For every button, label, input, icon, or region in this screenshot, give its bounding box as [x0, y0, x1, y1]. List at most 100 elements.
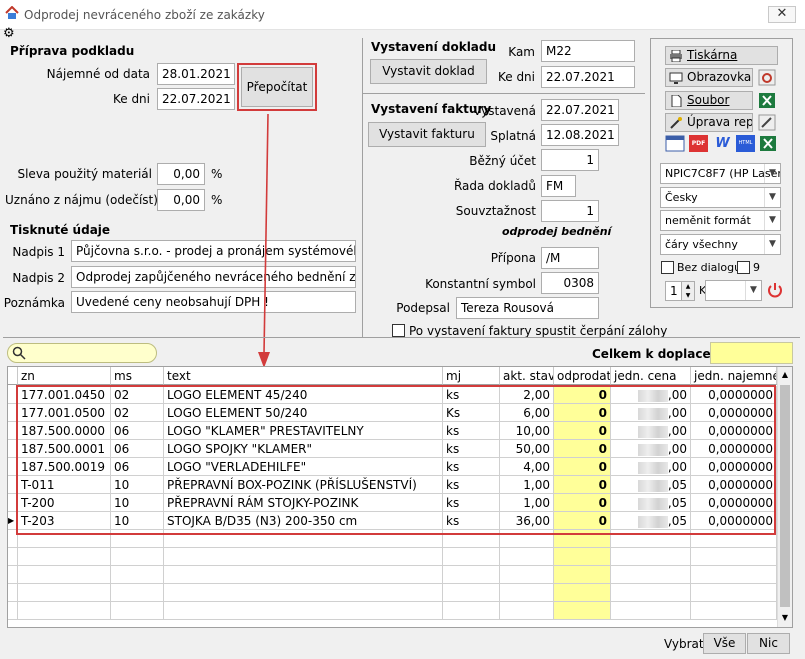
- row-marker[interactable]: [8, 548, 18, 566]
- vystavena-input[interactable]: 22.07.2021: [541, 99, 619, 121]
- bez-dialogu-label: Bez dialogu: [677, 261, 742, 274]
- bezny-ucet-input[interactable]: 1: [541, 149, 599, 171]
- empty-cell: [611, 602, 691, 620]
- cerpani-checkbox[interactable]: [392, 324, 405, 337]
- soubor-button[interactable]: Soubor: [665, 91, 753, 110]
- uznano-label: Uznáno z nájmu (odečíst): [5, 193, 158, 207]
- column-header[interactable]: mj: [443, 367, 500, 385]
- souvztaznost-input[interactable]: 1: [541, 200, 599, 222]
- row-marker[interactable]: [8, 602, 18, 620]
- nadpis2-input[interactable]: Odprodej zapůjčeného nevráceného bednění…: [71, 266, 356, 288]
- chevron-down-icon: ▼: [745, 281, 761, 300]
- doklad-heading: Vystavení dokladu: [371, 40, 497, 54]
- empty-cell: [443, 602, 500, 620]
- select-all-button[interactable]: Vše: [703, 633, 746, 654]
- chevron-down-icon: ▼: [764, 235, 780, 254]
- najemne-od-input[interactable]: 28.01.2021: [157, 63, 235, 85]
- chevron-down-icon: ▼: [764, 188, 780, 207]
- vystavit-fakturu-button[interactable]: Vystavit fakturu: [368, 122, 486, 147]
- search-icon: [12, 346, 26, 360]
- excel-icon[interactable]: [758, 92, 776, 109]
- column-header[interactable]: jedn. cena: [611, 367, 691, 385]
- stepper-arrows-icon[interactable]: ▲ ▼: [681, 282, 694, 300]
- annotation-arrow: [258, 113, 270, 368]
- nadpis1-input[interactable]: Půjčovna s.r.o. - prodej a pronájem syst…: [71, 240, 356, 262]
- obrazovka-button[interactable]: Obrazovka: [665, 68, 753, 87]
- table-top-separator: [3, 337, 800, 338]
- preview-settings-icon[interactable]: [758, 69, 776, 86]
- empty-cell: [164, 584, 443, 602]
- podepsal-input[interactable]: Tereza Rousová: [456, 297, 599, 319]
- copies-value: 1: [670, 284, 678, 298]
- table-scrollbar[interactable]: ▲ ▼: [777, 367, 792, 627]
- tiskarna-button[interactable]: Tiskárna: [665, 46, 778, 65]
- rada-input[interactable]: FM: [541, 175, 576, 197]
- row-marker-header: [8, 367, 18, 385]
- language-select[interactable]: Česky ▼: [660, 187, 781, 208]
- doklad-ke-dni-input[interactable]: 22.07.2021: [541, 66, 635, 88]
- column-header[interactable]: ms: [111, 367, 164, 385]
- column-header[interactable]: akt. stav: [500, 367, 554, 385]
- html-icon[interactable]: HTML: [736, 135, 755, 152]
- empty-cell[interactable]: [554, 584, 611, 602]
- nadpis1-label: Nadpis 1: [12, 245, 65, 259]
- wand-icon: [670, 116, 682, 129]
- column-header[interactable]: zn: [18, 367, 111, 385]
- power-icon[interactable]: [766, 281, 784, 299]
- chevron-down-icon: ▼: [764, 164, 780, 183]
- format-select[interactable]: neměnit formát ▼: [660, 210, 781, 231]
- kam-input[interactable]: M22: [541, 40, 635, 62]
- scroll-up-icon[interactable]: ▲: [778, 367, 792, 383]
- printer-select[interactable]: NPIC7C8F7 (HP LaserJet)▼: [660, 163, 781, 184]
- poznamka-input[interactable]: Uvedené ceny neobsahují DPH !: [71, 291, 356, 313]
- nine-checkbox[interactable]: [737, 261, 750, 274]
- vystavena-label: Vystavená: [473, 104, 536, 118]
- chevron-down-icon: ▼: [764, 211, 780, 230]
- row-marker[interactable]: [8, 584, 18, 602]
- sleva-input[interactable]: 0,00: [157, 163, 205, 185]
- pripona-input[interactable]: /M: [541, 247, 599, 269]
- rows-highlight: [16, 385, 776, 535]
- scroll-down-icon[interactable]: ▼: [778, 610, 792, 626]
- splatna-label: Splatná: [490, 129, 536, 143]
- prepocitat-button[interactable]: Přepočítat: [241, 67, 313, 107]
- vystavit-doklad-button[interactable]: Vystavit doklad: [370, 59, 487, 84]
- gear-icon[interactable]: ⚙: [3, 27, 15, 40]
- pripona-label: Přípona: [490, 251, 536, 265]
- ke-dni-input[interactable]: 22.07.2021: [157, 88, 235, 110]
- excel-export-icon[interactable]: [759, 135, 777, 152]
- calendar-icon[interactable]: [665, 135, 685, 152]
- search-input[interactable]: [7, 343, 157, 363]
- empty-cell[interactable]: [554, 602, 611, 620]
- word-icon[interactable]: W: [713, 135, 732, 152]
- empty-cell: [443, 566, 500, 584]
- uznano-input[interactable]: 0,00: [157, 189, 205, 211]
- column-header[interactable]: text: [164, 367, 443, 385]
- scroll-thumb[interactable]: [780, 385, 790, 607]
- empty-cell: [111, 602, 164, 620]
- empty-cell: [164, 548, 443, 566]
- close-button[interactable]: ✕: [768, 6, 796, 23]
- empty-cell[interactable]: [554, 566, 611, 584]
- file-icon: [671, 94, 682, 107]
- row-marker[interactable]: [8, 566, 18, 584]
- empty-cell: [500, 602, 554, 620]
- odprodej-label: odprodej bednění: [502, 225, 612, 238]
- najemne-label: Nájemné od data: [46, 67, 150, 81]
- splatna-input[interactable]: 12.08.2021: [541, 124, 619, 146]
- uprava-label: Úprava reportu: [687, 115, 753, 129]
- poznamka-label: Poznámka: [3, 296, 65, 310]
- edit-report-icon[interactable]: [758, 114, 776, 131]
- empty-cell[interactable]: [554, 548, 611, 566]
- lines-select[interactable]: čáry všechny ▼: [660, 234, 781, 255]
- sleva-label: Sleva použitý materiál: [17, 167, 152, 181]
- empty-cell: [691, 566, 777, 584]
- select-none-button[interactable]: Nic: [747, 633, 790, 654]
- column-header[interactable]: jedn. najemné: [691, 367, 777, 385]
- column-header[interactable]: odprodat: [554, 367, 611, 385]
- pdf-icon[interactable]: PDF: [689, 135, 708, 152]
- uprava-reportu-button[interactable]: Úprava reportu: [665, 113, 753, 132]
- bez-dialogu-checkbox[interactable]: [661, 261, 674, 274]
- k-select[interactable]: ▼: [705, 280, 762, 301]
- konstantni-input[interactable]: 0308: [541, 272, 599, 294]
